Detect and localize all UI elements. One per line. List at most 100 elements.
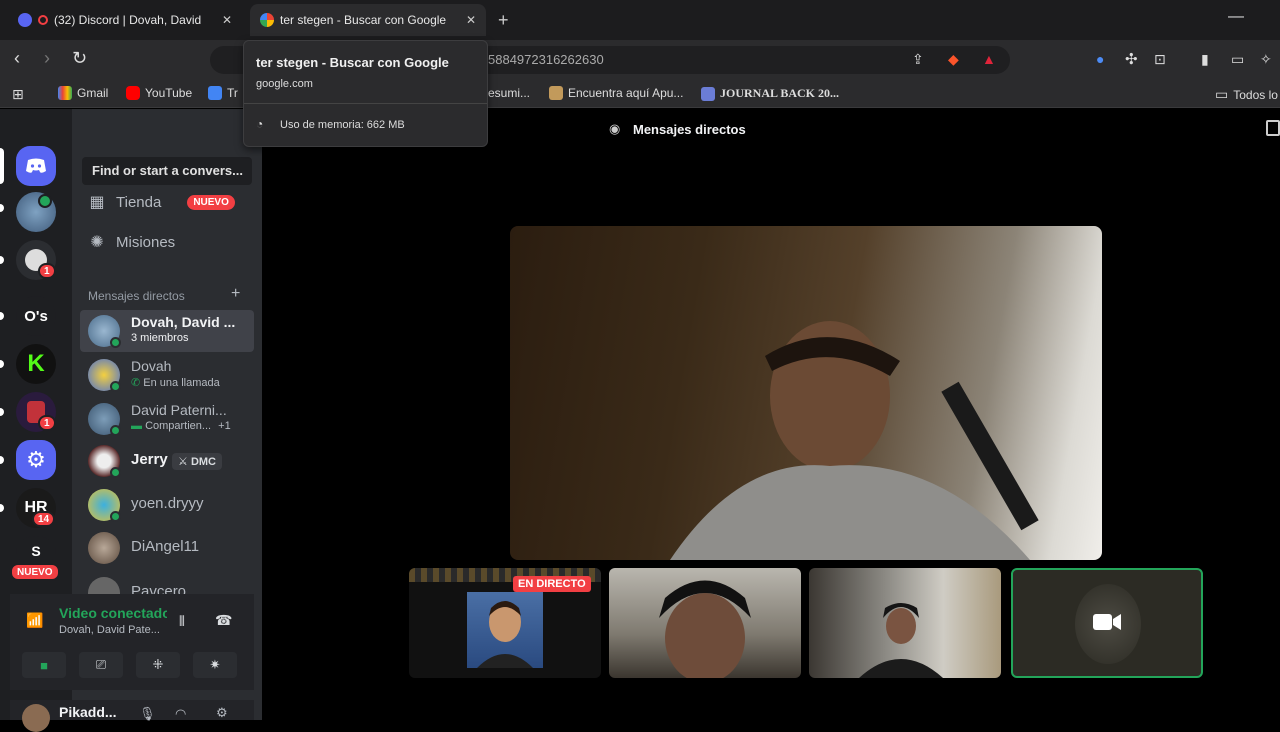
dm-item-david[interactable]: David Paterni... ▬ Compartien... +1 [80, 398, 254, 440]
bookmark-encuentra[interactable]: Encuentra aquí Apu... [549, 86, 683, 100]
camera-button[interactable]: ■ [22, 652, 66, 678]
puzzle-icon[interactable]: ✣ [1125, 50, 1138, 68]
bookmark-resumi[interactable]: esumi... [488, 86, 530, 100]
new-tab-icon[interactable]: + [498, 10, 509, 31]
wallet-icon[interactable]: ▭ [1231, 51, 1244, 68]
dm-item-yoen[interactable]: yoen.dryyy [80, 484, 254, 526]
gmail-icon [58, 86, 72, 100]
call-title: Mensajes directos [633, 122, 746, 137]
dm-section-header: Mensajes directos [88, 289, 185, 303]
server-settings[interactable]: ⚙ [16, 440, 56, 480]
folder-icon: ▭ [1215, 86, 1229, 102]
tab-google[interactable]: ter stegen - Buscar con Google ✕ [250, 4, 486, 36]
server-new-badge: NUEVO [10, 563, 60, 581]
participant-tile[interactable] [609, 568, 801, 678]
online-status-icon [110, 337, 121, 348]
user-name: Pikadd... [59, 704, 117, 720]
brave-rewards-icon[interactable]: ▲ [982, 51, 996, 67]
participant-face [659, 580, 751, 678]
search-conversation-button[interactable]: Find or start a convers... [82, 157, 252, 185]
discord-favicon-icon [18, 13, 32, 27]
voice-channel-name[interactable]: Dovah, David Pate... [59, 624, 169, 636]
dm-item-diangel[interactable]: DiAngel11 [80, 527, 254, 569]
tab-title: ter stegen - Buscar con Google [280, 13, 447, 27]
dm-item-dovah[interactable]: Dovah ✆ En una llamada [80, 354, 254, 396]
close-tab-icon[interactable]: ✕ [214, 13, 232, 27]
server-badge: 1 [38, 415, 56, 431]
new-badge: NUEVO [187, 194, 235, 210]
online-status-icon [110, 511, 121, 522]
camera-off-icon [1093, 614, 1121, 630]
voice-status: Video conectado [59, 605, 167, 621]
gear-icon: ⚙ [26, 447, 46, 472]
extension-icon[interactable]: ● [1096, 51, 1104, 67]
share-icon[interactable]: ⇪ [912, 51, 924, 68]
translate-icon [208, 86, 222, 100]
hover-card-domain: google.com [256, 78, 313, 90]
soundboard-button[interactable]: ✷ [193, 652, 237, 678]
avatar [88, 577, 120, 594]
in-call-icon: ✆ [131, 377, 141, 389]
screen-share-icon: ▬ [131, 420, 142, 432]
quests-icon: ✺ [90, 234, 104, 251]
leo-icon[interactable]: ✧ [1260, 51, 1272, 68]
apuntes-icon [549, 86, 563, 100]
activities-button[interactable]: ⁜ [136, 652, 180, 678]
focused-video-tile[interactable] [510, 226, 1102, 560]
tab-hover-card: ter stegen - Buscar con Google google.co… [243, 40, 488, 147]
nav-shop[interactable]: ▦ Tienda NUEVO [88, 192, 235, 212]
bookmark-youtube[interactable]: YouTube [126, 86, 192, 100]
tab-discord[interactable]: (32) Discord | Dovah, David P... ✕ [8, 4, 242, 36]
discord-home-icon[interactable] [16, 146, 56, 186]
bookmark-gmail[interactable]: Gmail [58, 86, 108, 100]
dm-item-pavcero[interactable]: Pavcero [80, 572, 254, 594]
sidebar-icon[interactable]: ▮ [1201, 51, 1209, 68]
dm-item-group[interactable]: Dovah, David ... 3 miembros [80, 310, 254, 352]
signal-icon: 📶 [26, 612, 44, 628]
dm-item-jerry[interactable]: Jerry [80, 440, 254, 482]
stream-image [467, 592, 543, 668]
forward-icon[interactable]: › [44, 48, 50, 69]
noise-suppression-icon[interactable]: ⫴ [179, 613, 185, 630]
address-text: 5884972316262630 [488, 52, 604, 67]
status-badge [38, 194, 52, 208]
user-avatar[interactable] [22, 704, 50, 732]
bookmark-journal[interactable]: JOURNAL BACK 20... [701, 86, 839, 101]
google-favicon-icon [260, 13, 274, 27]
video-person [670, 321, 1039, 560]
create-dm-icon[interactable]: + [231, 285, 240, 303]
reload-icon[interactable]: ↻ [72, 48, 87, 69]
server-kick[interactable]: K [16, 344, 56, 384]
apps-icon[interactable]: ⊞ [12, 86, 24, 103]
youtube-icon [126, 86, 140, 100]
sword-icon: ⚔ [178, 456, 188, 468]
memory-gauge-icon: ◔ [256, 117, 264, 131]
bookmark-translate[interactable]: Tr [208, 86, 238, 100]
tab-title: (32) Discord | Dovah, David P... [54, 13, 204, 27]
server-s[interactable]: S [16, 536, 56, 566]
screen-share-button[interactable]: ⎚ [79, 652, 123, 678]
disconnect-icon[interactable]: ☎ [215, 612, 232, 629]
brave-shield-icon[interactable]: ◆ [948, 51, 959, 68]
online-status-icon [110, 381, 121, 392]
inbox-icon[interactable] [1266, 120, 1280, 136]
server-os[interactable]: O's [16, 296, 56, 336]
settings-icon[interactable]: ⚙ [216, 705, 228, 721]
discord-small-icon: ◉ [609, 121, 621, 136]
journal-icon [701, 86, 715, 101]
download-icon[interactable]: ⊡ [1154, 51, 1166, 68]
back-icon[interactable]: ‹ [14, 48, 20, 69]
live-badge: EN DIRECTO [513, 576, 591, 592]
server-badge: 1 [38, 263, 56, 279]
close-tab-icon[interactable]: ✕ [458, 13, 476, 27]
shop-icon: ▦ [89, 194, 105, 211]
hover-card-divider [244, 103, 487, 104]
discord-logo-icon [26, 158, 46, 173]
minimize-icon[interactable]: — [1228, 8, 1244, 26]
participant-person [859, 603, 943, 678]
bookmark-all-folder[interactable]: ▭ Todos lo [1215, 86, 1278, 103]
server-badge: 14 [32, 511, 56, 527]
nav-quests[interactable]: ✺ Misiones [88, 232, 175, 252]
stream-face [477, 601, 533, 668]
participant-tile[interactable] [809, 568, 1001, 678]
